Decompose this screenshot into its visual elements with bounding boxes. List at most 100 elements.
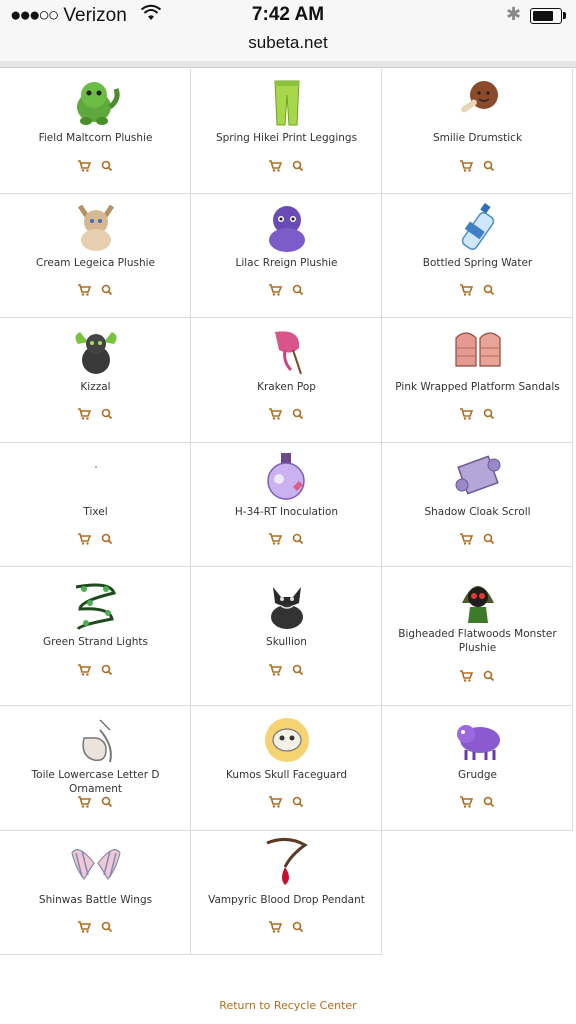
item-image[interactable]	[70, 202, 122, 254]
search-icon[interactable]	[291, 533, 305, 545]
item-image[interactable]	[70, 716, 122, 768]
item-name[interactable]: Lilac Rreign Plushie	[195, 256, 378, 270]
cart-icon[interactable]	[268, 664, 282, 676]
item-name[interactable]: H-34-RT Inoculation	[195, 505, 378, 519]
item-name[interactable]: Green Strand Lights	[4, 635, 187, 649]
item-card[interactable]: Kumos Skull Faceguard	[191, 706, 382, 831]
cart-icon[interactable]	[77, 796, 91, 808]
item-image[interactable]	[452, 77, 504, 129]
item-name[interactable]: Tixel	[4, 505, 187, 519]
item-image[interactable]	[452, 712, 504, 764]
item-card[interactable]: Field Maltcorn Plushie	[0, 69, 191, 194]
item-card[interactable]: Bigheaded Flatwoods Monster Plushie	[382, 567, 573, 706]
item-card[interactable]: Lilac Rreign Plushie	[191, 194, 382, 318]
item-image[interactable]	[452, 451, 504, 503]
item-name[interactable]: Grudge	[386, 768, 569, 782]
search-icon[interactable]	[482, 160, 496, 172]
cart-icon[interactable]	[459, 160, 473, 172]
item-name[interactable]: Bottled Spring Water	[386, 256, 569, 270]
cart-icon[interactable]	[268, 284, 282, 296]
search-icon[interactable]	[291, 408, 305, 420]
item-card[interactable]: Kraken Pop	[191, 318, 382, 443]
cart-icon[interactable]	[268, 796, 282, 808]
cart-icon[interactable]	[77, 160, 91, 172]
item-card[interactable]: Kizzal	[0, 318, 191, 443]
search-icon[interactable]	[291, 796, 305, 808]
cart-icon[interactable]	[77, 921, 91, 933]
cart-icon[interactable]	[77, 664, 91, 676]
cart-icon[interactable]	[268, 921, 282, 933]
item-card[interactable]: Shinwas Battle Wings	[0, 831, 191, 955]
search-icon[interactable]	[100, 408, 114, 420]
item-card[interactable]: Green Strand Lights	[0, 567, 191, 706]
item-card[interactable]: Bottled Spring Water	[382, 194, 573, 318]
item-image[interactable]	[261, 77, 313, 129]
item-name[interactable]: Vampyric Blood Drop Pendant	[195, 893, 378, 907]
cart-icon[interactable]	[268, 160, 282, 172]
cart-icon[interactable]	[77, 533, 91, 545]
item-card[interactable]: Toile Lowercase Letter D Ornament	[0, 706, 191, 831]
item-card[interactable]: Smilie Drumstick	[382, 69, 573, 194]
item-card[interactable]: Tixel	[0, 443, 191, 567]
cart-icon[interactable]	[459, 284, 473, 296]
item-image[interactable]	[452, 202, 504, 254]
cart-icon[interactable]	[77, 408, 91, 420]
cart-icon[interactable]	[459, 670, 473, 682]
search-icon[interactable]	[482, 533, 496, 545]
item-image[interactable]	[261, 326, 313, 378]
cart-icon[interactable]	[77, 284, 91, 296]
item-image[interactable]	[70, 326, 122, 378]
item-name[interactable]: Shadow Cloak Scroll	[386, 505, 569, 519]
search-icon[interactable]	[291, 921, 305, 933]
return-to-recycle-center-link[interactable]: Return to Recycle Center	[0, 999, 576, 1012]
search-icon[interactable]	[100, 664, 114, 676]
item-name[interactable]: Shinwas Battle Wings	[4, 893, 187, 907]
item-name[interactable]: Field Maltcorn Plushie	[4, 131, 187, 145]
item-name[interactable]: Kumos Skull Faceguard	[195, 768, 378, 782]
item-name[interactable]: Bigheaded Flatwoods Monster Plushie	[386, 627, 569, 655]
search-icon[interactable]	[482, 408, 496, 420]
search-icon[interactable]	[100, 160, 114, 172]
item-name[interactable]: Kizzal	[4, 380, 187, 394]
cart-icon[interactable]	[459, 533, 473, 545]
search-icon[interactable]	[100, 921, 114, 933]
cart-icon[interactable]	[268, 408, 282, 420]
search-icon[interactable]	[482, 796, 496, 808]
cart-icon[interactable]	[268, 533, 282, 545]
item-card[interactable]: Skullion	[191, 567, 382, 706]
address-bar[interactable]: subeta.net	[0, 34, 576, 62]
item-image[interactable]	[70, 839, 122, 891]
search-icon[interactable]	[100, 796, 114, 808]
item-image[interactable]	[261, 837, 313, 889]
item-card[interactable]: Vampyric Blood Drop Pendant	[191, 831, 382, 955]
search-icon[interactable]	[100, 284, 114, 296]
item-image[interactable]	[70, 451, 122, 503]
item-card[interactable]: H-34-RT Inoculation	[191, 443, 382, 567]
search-icon[interactable]	[291, 664, 305, 676]
item-card[interactable]: Spring Hikei Print Leggings	[191, 69, 382, 194]
item-image[interactable]	[452, 575, 504, 627]
item-name[interactable]: Kraken Pop	[195, 380, 378, 394]
item-card[interactable]: Shadow Cloak Scroll	[382, 443, 573, 567]
item-image[interactable]	[261, 714, 313, 766]
item-name[interactable]: Spring Hikei Print Leggings	[195, 131, 378, 145]
item-image[interactable]	[261, 202, 313, 254]
item-name[interactable]: Pink Wrapped Platform Sandals	[386, 380, 569, 394]
search-icon[interactable]	[482, 284, 496, 296]
item-image[interactable]	[70, 77, 122, 129]
item-card[interactable]: Cream Legeica Plushie	[0, 194, 191, 318]
item-name[interactable]: Toile Lowercase Letter D Ornament	[4, 768, 187, 796]
item-image[interactable]	[452, 326, 504, 378]
item-name[interactable]: Cream Legeica Plushie	[4, 256, 187, 270]
search-icon[interactable]	[482, 670, 496, 682]
search-icon[interactable]	[291, 284, 305, 296]
cart-icon[interactable]	[459, 408, 473, 420]
search-icon[interactable]	[291, 160, 305, 172]
item-image[interactable]	[261, 579, 313, 631]
item-image[interactable]	[70, 579, 122, 631]
cart-icon[interactable]	[459, 796, 473, 808]
item-name[interactable]: Skullion	[195, 635, 378, 649]
item-image[interactable]	[261, 451, 313, 503]
search-icon[interactable]	[100, 533, 114, 545]
item-card[interactable]: Grudge	[382, 706, 573, 831]
